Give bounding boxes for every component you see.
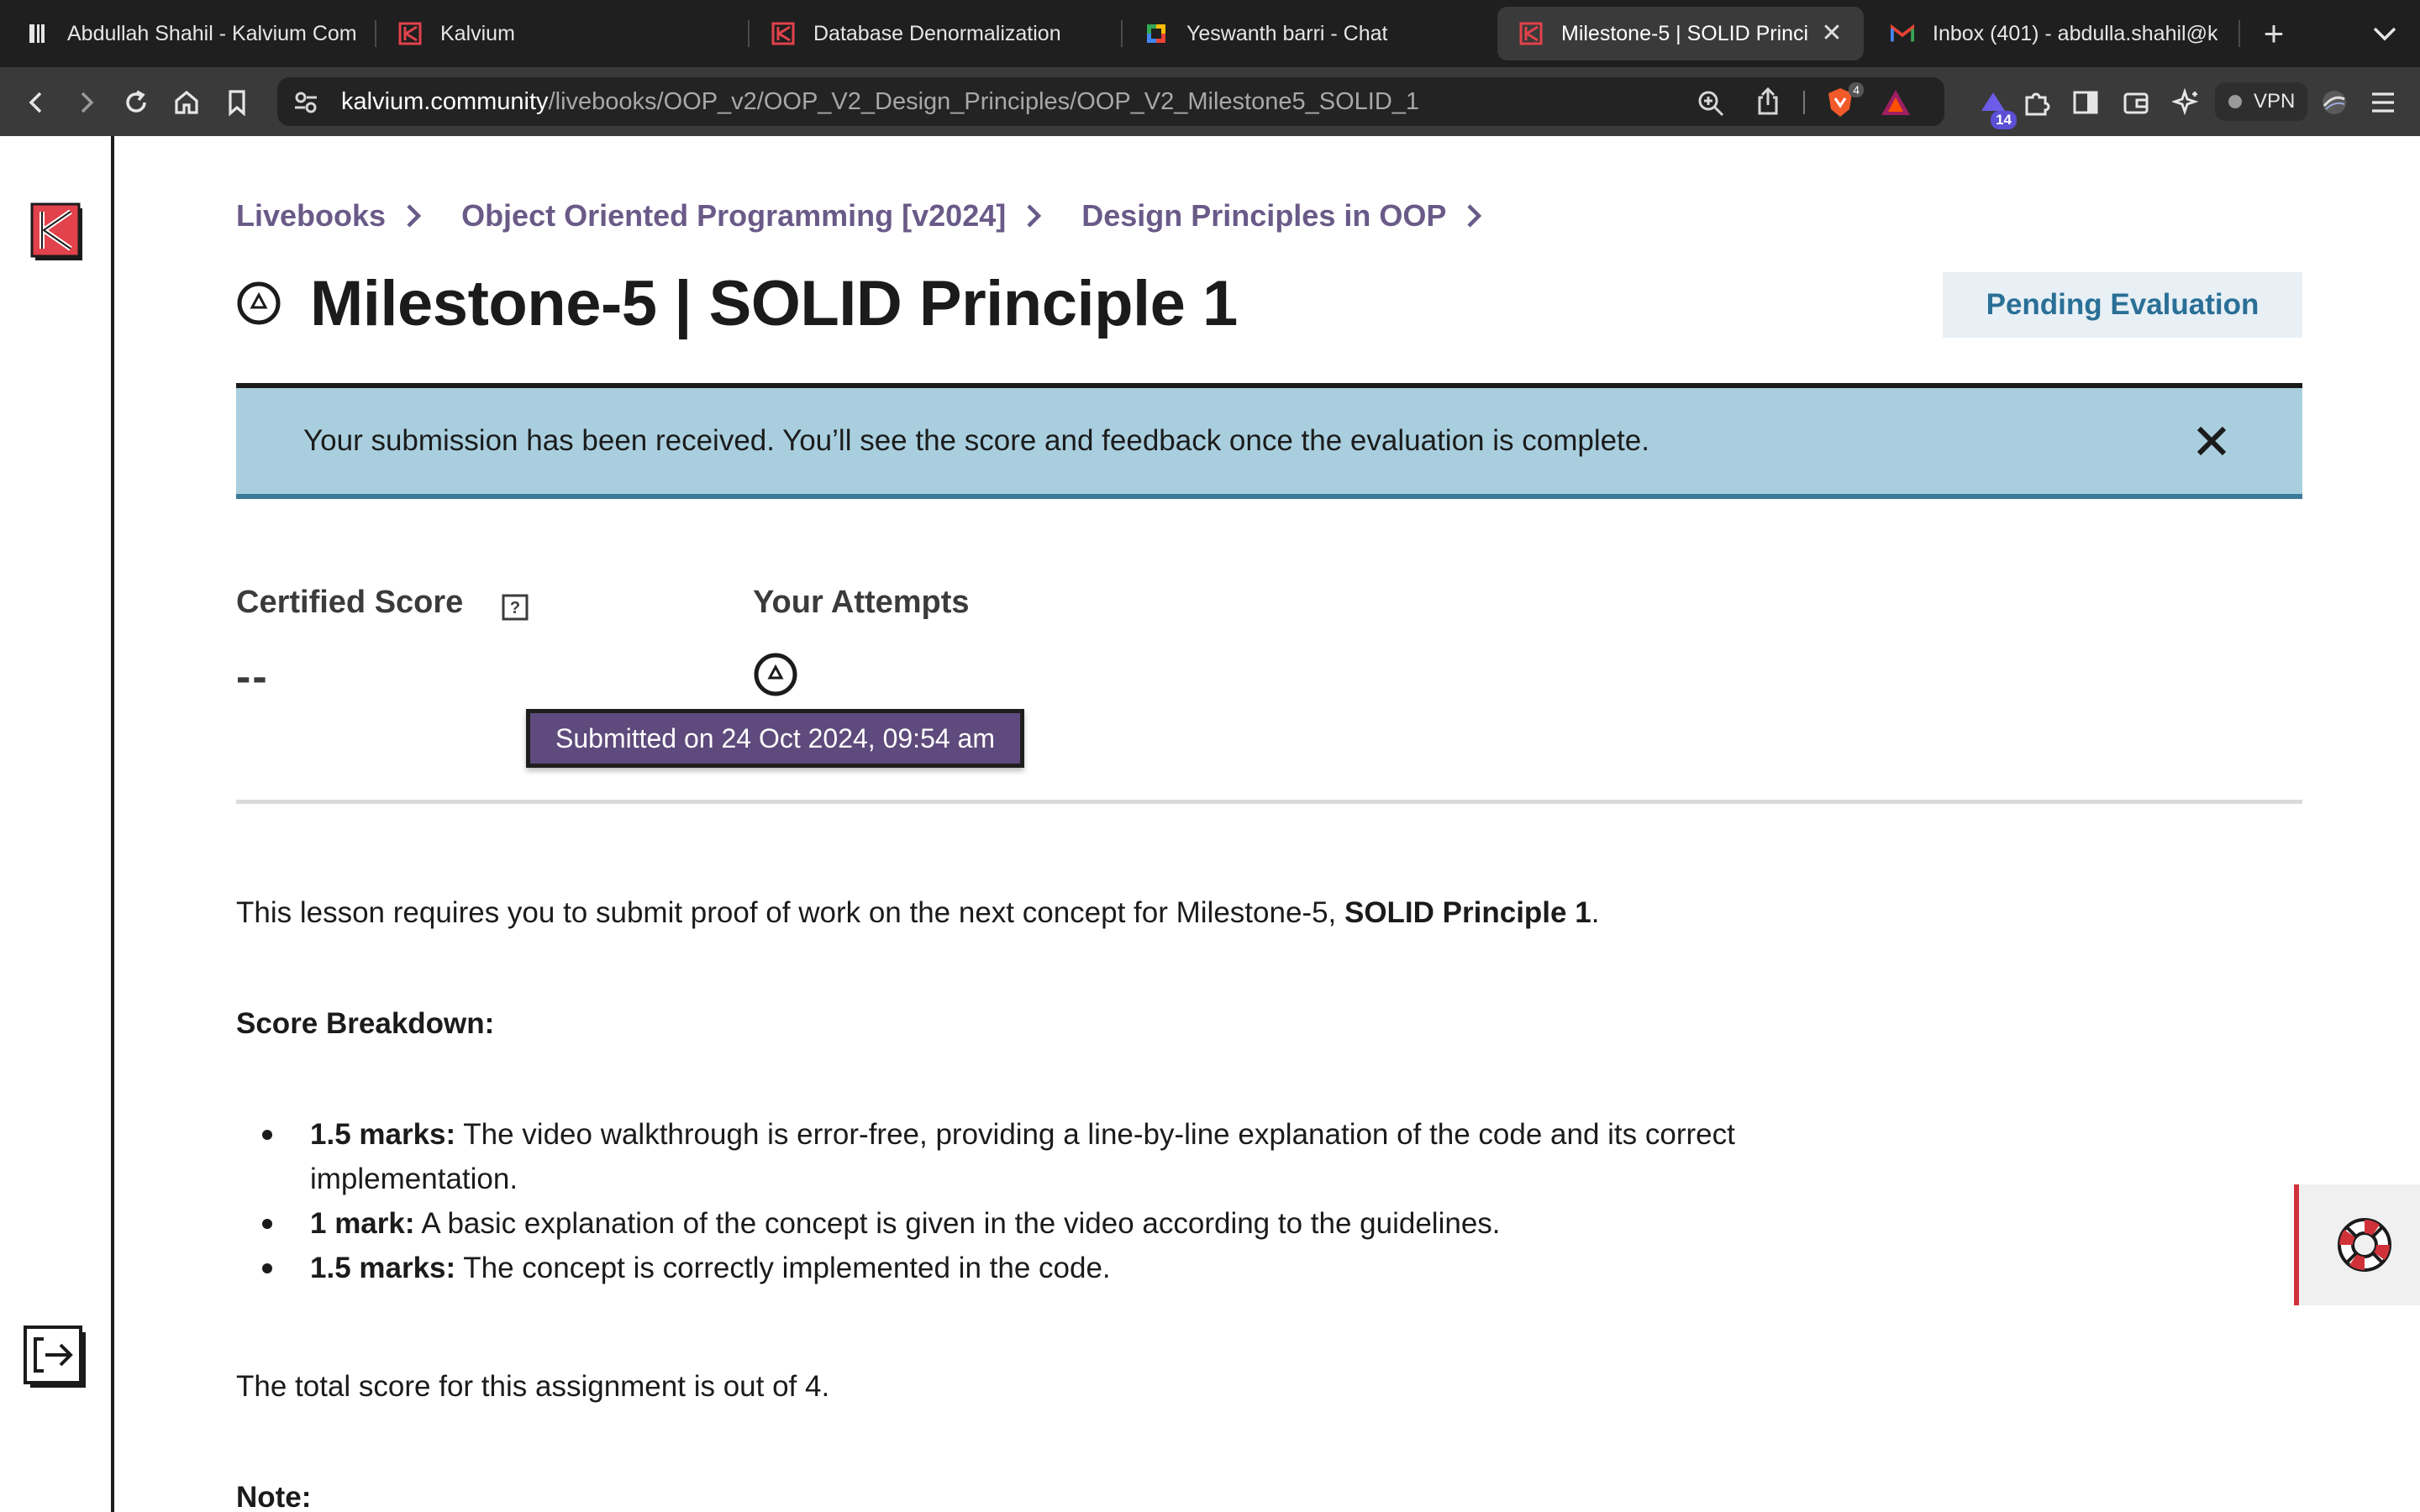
reload-icon[interactable] bbox=[118, 84, 155, 121]
page-title: Milestone-5 | SOLID Principle 1 bbox=[310, 268, 1238, 339]
chevron-right-icon bbox=[407, 204, 422, 228]
total-score-text: The total score for this assignment is o… bbox=[236, 1370, 830, 1403]
certified-score-value: -- bbox=[236, 653, 269, 701]
url-text[interactable]: kalvium.community/livebooks/OOP_v2/OOP_V… bbox=[341, 77, 1419, 126]
list-item: 1.5 marks: The concept is correctly impl… bbox=[262, 1246, 1823, 1290]
profile-avatar-icon[interactable] bbox=[2316, 84, 2353, 121]
intro-paragraph: This lesson requires you to submit proof… bbox=[236, 890, 1599, 935]
close-icon[interactable] bbox=[2192, 422, 2231, 460]
tab-separator bbox=[748, 20, 750, 47]
back-icon[interactable] bbox=[18, 84, 55, 121]
section-divider bbox=[236, 800, 2302, 804]
tab-yeswanth-chat[interactable]: Yeswanth barri - Chat bbox=[1144, 0, 1481, 67]
intro-suffix: . bbox=[1591, 896, 1600, 929]
shield-count-badge: 4 bbox=[1849, 82, 1864, 97]
url-host: kalvium.community bbox=[341, 88, 549, 115]
criterion-text: The video walkthrough is error-free, pro… bbox=[455, 1118, 1735, 1151]
tab-abdullah-shahil[interactable]: Abdullah Shahil - Kalvium Com bbox=[25, 0, 361, 67]
wallet-icon[interactable] bbox=[2118, 84, 2154, 121]
intro-text: This lesson requires you to submit proof… bbox=[236, 896, 1344, 929]
breadcrumb-design-principles[interactable]: Design Principles in OOP bbox=[1081, 198, 1446, 234]
lifebuoy-icon bbox=[2338, 1218, 2391, 1272]
brave-rewards-icon[interactable] bbox=[1879, 87, 1912, 118]
svg-text:?: ? bbox=[510, 599, 520, 617]
kalvium-logo-icon[interactable] bbox=[30, 202, 86, 264]
tab-separator bbox=[375, 20, 376, 47]
attempt-pending-icon[interactable] bbox=[753, 652, 798, 697]
tab-title: Milestone-5 | SOLID Princi bbox=[1561, 21, 1809, 45]
leo-ai-icon[interactable] bbox=[2168, 84, 2205, 121]
menu-icon[interactable] bbox=[2365, 84, 2402, 121]
site-settings-icon[interactable] bbox=[292, 89, 319, 116]
marks-label: 1.5 marks: bbox=[310, 1252, 456, 1284]
home-icon[interactable] bbox=[168, 84, 205, 121]
marks-label: 1 mark: bbox=[310, 1207, 415, 1240]
extension-icon[interactable]: 14 bbox=[1975, 86, 2017, 129]
breadcrumb-oop-course[interactable]: Object Oriented Programming [v2024] bbox=[461, 198, 1006, 234]
breadcrumb-livebooks[interactable]: Livebooks bbox=[236, 198, 386, 234]
extensions-puzzle-icon[interactable] bbox=[2018, 84, 2055, 121]
forward-icon[interactable] bbox=[67, 84, 104, 121]
document-icon bbox=[25, 22, 49, 45]
pending-status-icon bbox=[236, 281, 281, 326]
status-badge: Pending Evaluation bbox=[1943, 272, 2302, 338]
submission-banner: Your submission has been received. You’l… bbox=[236, 383, 2302, 499]
criterion-text-continued: implementation. bbox=[310, 1163, 518, 1195]
tab-separator bbox=[2238, 20, 2240, 47]
sidebar-icon[interactable] bbox=[2067, 84, 2104, 121]
kalvium-icon bbox=[398, 22, 422, 45]
help-icon[interactable]: ? bbox=[501, 593, 529, 622]
logout-icon[interactable] bbox=[24, 1326, 87, 1389]
note-heading: Note: bbox=[236, 1481, 312, 1512]
tab-database-denormalization[interactable]: Database Denormalization bbox=[771, 0, 1107, 67]
tab-title: Database Denormalization bbox=[813, 21, 1061, 45]
intro-bold: SOLID Principle 1 bbox=[1344, 896, 1591, 929]
kalvium-icon bbox=[1519, 22, 1543, 45]
vpn-button[interactable]: VPN bbox=[2215, 82, 2307, 121]
criterion-text: The concept is correctly implemented in … bbox=[455, 1252, 1111, 1284]
support-widget[interactable] bbox=[2294, 1184, 2420, 1305]
attempts-label: Your Attempts bbox=[753, 585, 970, 620]
share-icon[interactable] bbox=[1753, 87, 1783, 117]
score-breakdown-list: 1.5 marks: The video walkthrough is erro… bbox=[262, 1112, 1823, 1290]
certified-score-label: Certified Score bbox=[236, 585, 464, 620]
browser-tab-strip: Abdullah Shahil - Kalvium Com Kalvium Da… bbox=[0, 0, 2420, 67]
chevron-right-icon bbox=[1467, 204, 1482, 228]
score-breakdown-heading: Score Breakdown: bbox=[236, 1007, 495, 1040]
left-navigation-rail bbox=[0, 136, 114, 1512]
browser-toolbar: kalvium.community/livebooks/OOP_v2/OOP_V… bbox=[0, 67, 2420, 136]
tab-milestone-5-active[interactable]: Milestone-5 | SOLID Princi ✕ bbox=[1497, 7, 1864, 60]
tab-title: Yeswanth barri - Chat bbox=[1186, 21, 1388, 45]
tab-kalvium[interactable]: Kalvium bbox=[398, 0, 734, 67]
attempt-tooltip: Submitted on 24 Oct 2024, 09:54 am bbox=[526, 709, 1024, 768]
chevron-right-icon bbox=[1027, 204, 1042, 228]
toolbar-divider bbox=[1803, 91, 1805, 114]
close-tab-icon[interactable]: ✕ bbox=[1818, 20, 1845, 47]
vpn-status-icon bbox=[2228, 95, 2242, 108]
extension-badge: 14 bbox=[1991, 111, 2017, 129]
tab-title: Abdullah Shahil - Kalvium Com bbox=[67, 21, 357, 45]
banner-message: Your submission has been received. You’l… bbox=[303, 424, 1649, 457]
breadcrumb: Livebooks Object Oriented Programming [v… bbox=[236, 195, 1522, 237]
marks-label: 1.5 marks: bbox=[310, 1118, 456, 1151]
tab-separator bbox=[1121, 20, 1123, 47]
tab-title: Kalvium bbox=[440, 21, 515, 45]
gmail-icon bbox=[1891, 22, 1914, 45]
chat-icon bbox=[1144, 22, 1168, 45]
bookmark-icon[interactable] bbox=[218, 84, 255, 121]
tab-list-chevron-icon[interactable] bbox=[2368, 18, 2402, 49]
criterion-text: A basic explanation of the concept is gi… bbox=[414, 1207, 1501, 1240]
list-item: 1.5 marks: The video walkthrough is erro… bbox=[262, 1112, 1823, 1201]
url-path: /livebooks/OOP_v2/OOP_V2_Design_Principl… bbox=[548, 88, 1420, 115]
tab-title: Inbox (401) - abdulla.shahil@k bbox=[1933, 21, 2218, 45]
vpn-label: VPN bbox=[2254, 90, 2296, 113]
new-tab-button[interactable]: + bbox=[2252, 12, 2296, 55]
list-item: 1 mark: A basic explanation of the conce… bbox=[262, 1201, 1823, 1246]
zoom-icon[interactable] bbox=[1696, 88, 1726, 118]
kalvium-icon bbox=[771, 22, 795, 45]
address-bar[interactable]: kalvium.community/livebooks/OOP_v2/OOP_V… bbox=[277, 77, 1944, 126]
tab-gmail-inbox[interactable]: Inbox (401) - abdulla.shahil@k bbox=[1891, 0, 2227, 67]
brave-shields-icon[interactable]: 4 bbox=[1823, 82, 1864, 119]
